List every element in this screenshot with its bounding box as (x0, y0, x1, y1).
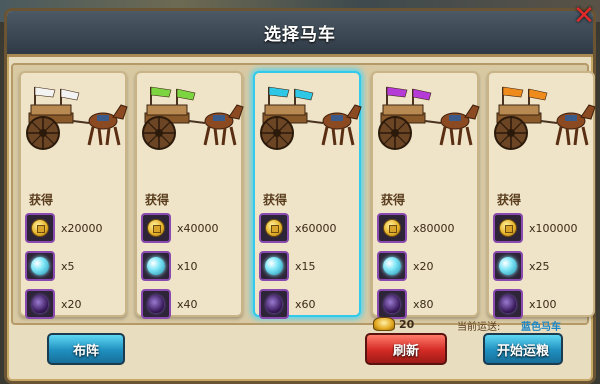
reward-quantity: x60 (295, 297, 316, 311)
reward-row: x80000 (377, 211, 477, 245)
cyan-orb-icon[interactable] (25, 251, 55, 281)
cyan-orb-icon[interactable] (493, 251, 523, 281)
reward-row: x80 (377, 287, 477, 321)
reward-title: 获得 (145, 193, 170, 207)
reward-quantity: x10 (177, 259, 198, 273)
gold-ingot-icon (373, 317, 395, 331)
gold-coin-icon[interactable] (141, 213, 171, 243)
purple-crystal-icon-graphic (266, 295, 282, 313)
select-cart-dialog: 选择马车 ✕ 获得 x20000 x5 x20 获得 x40000 x10 x40 获得 x600… (4, 3, 596, 384)
purple-crystal-icon[interactable] (377, 289, 407, 319)
horse-cart-image (494, 86, 596, 150)
gold-coin-icon-graphic (383, 219, 401, 237)
refresh-button[interactable]: 刷新 (365, 333, 447, 365)
reward-row: x40 (141, 287, 241, 321)
close-icon[interactable]: ✕ (569, 1, 599, 31)
horse-cart-image (260, 86, 362, 150)
cart-card[interactable]: 获得 x100000 x25 x100 (487, 71, 596, 319)
gold-coin-icon[interactable] (493, 213, 523, 243)
reward-row: x10 (141, 249, 241, 283)
cyan-orb-icon-graphic (499, 257, 517, 275)
cyan-orb-icon-graphic (31, 257, 49, 275)
reward-row: x60000 (259, 211, 359, 245)
cart-card[interactable]: 获得 x60000 x15 x60 (253, 71, 362, 319)
reward-quantity: x20 (61, 297, 82, 311)
reward-quantity: x20 (413, 259, 434, 273)
start-transport-button[interactable]: 开始运粮 (483, 333, 563, 365)
gold-coin-icon-graphic (265, 219, 283, 237)
reward-row: x20000 (25, 211, 125, 245)
reward-quantity: x80 (413, 297, 434, 311)
dialog-title: 选择马车 (264, 25, 336, 45)
gold-coin-icon[interactable] (259, 213, 289, 243)
reward-quantity: x100000 (529, 221, 578, 235)
reward-row: x40000 (141, 211, 241, 245)
current-cart-label: 当前运送: (457, 322, 501, 333)
gold-coin-icon[interactable] (377, 213, 407, 243)
reward-quantity: x20000 (61, 221, 103, 235)
reward-quantity: x40 (177, 297, 198, 311)
ingot-count: 20 (399, 318, 415, 331)
reward-quantity: x40000 (177, 221, 219, 235)
gold-coin-icon-graphic (31, 219, 49, 237)
cyan-orb-icon-graphic (147, 257, 165, 275)
horse-cart-image (142, 86, 244, 150)
gold-coin-icon-graphic (499, 219, 517, 237)
cyan-orb-icon-graphic (265, 257, 283, 275)
formation-button[interactable]: 布阵 (47, 333, 125, 365)
reward-quantity: x100 (529, 297, 557, 311)
purple-crystal-icon[interactable] (493, 289, 523, 319)
dialog-title-bar: 选择马车 (7, 11, 593, 57)
reward-quantity: x80000 (413, 221, 455, 235)
gold-coin-icon[interactable] (25, 213, 55, 243)
horse-cart-image (378, 86, 480, 150)
current-cart-value: 蓝色马车 (521, 322, 561, 333)
reward-title: 获得 (381, 193, 406, 207)
purple-crystal-icon[interactable] (141, 289, 171, 319)
reward-quantity: x5 (61, 259, 75, 273)
footer-bar: 布阵 刷新 20 当前运送: 蓝色马车 开始运粮 (7, 317, 593, 381)
reward-row: x60 (259, 287, 359, 321)
purple-crystal-icon[interactable] (259, 289, 289, 319)
reward-title: 获得 (497, 193, 522, 207)
purple-crystal-icon-graphic (148, 295, 164, 313)
reward-row: x20 (25, 287, 125, 321)
purple-crystal-icon-graphic (500, 295, 516, 313)
purple-crystal-icon-graphic (32, 295, 48, 313)
cyan-orb-icon[interactable] (259, 251, 289, 281)
cart-card[interactable]: 获得 x40000 x10 x40 (135, 71, 244, 319)
reward-quantity: x15 (295, 259, 316, 273)
reward-row: x100000 (493, 211, 593, 245)
reward-row: x25 (493, 249, 593, 283)
gold-coin-icon-graphic (147, 219, 165, 237)
reward-title: 获得 (29, 193, 54, 207)
cyan-orb-icon[interactable] (377, 251, 407, 281)
cyan-orb-icon-graphic (383, 257, 401, 275)
cart-list: 获得 x20000 x5 x20 获得 x40000 x10 x40 获得 x60000 x15 x6… (11, 63, 596, 325)
cart-card[interactable]: 获得 x80000 x20 x80 (371, 71, 480, 319)
reward-row: x20 (377, 249, 477, 283)
reward-row: x15 (259, 249, 359, 283)
reward-title: 获得 (263, 193, 288, 207)
reward-quantity: x60000 (295, 221, 337, 235)
cyan-orb-icon[interactable] (141, 251, 171, 281)
purple-crystal-icon-graphic (384, 295, 400, 313)
reward-quantity: x25 (529, 259, 550, 273)
horse-cart-image (26, 86, 128, 150)
cart-card[interactable]: 获得 x20000 x5 x20 (19, 71, 128, 319)
purple-crystal-icon[interactable] (25, 289, 55, 319)
reward-row: x100 (493, 287, 593, 321)
reward-row: x5 (25, 249, 125, 283)
